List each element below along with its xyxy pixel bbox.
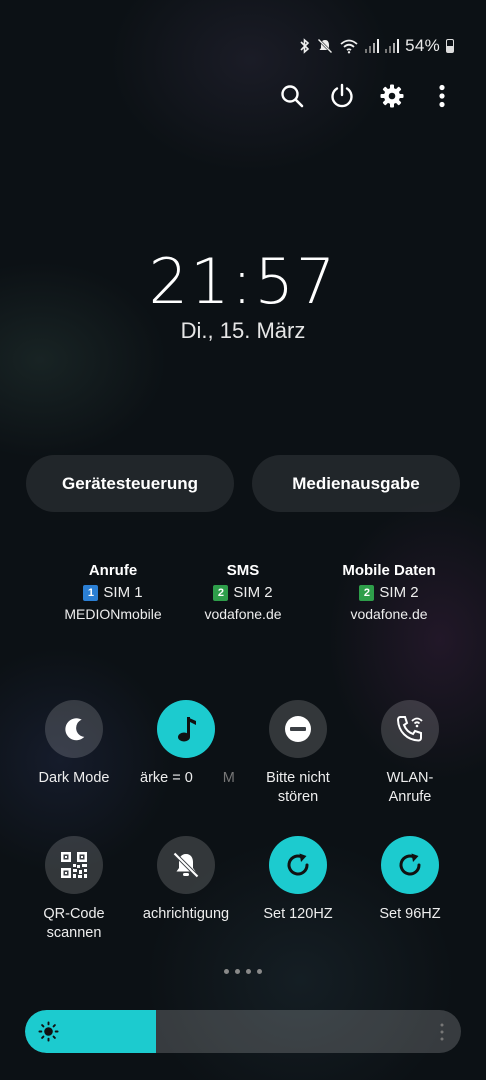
sim-sms-title: SMS — [226, 562, 260, 579]
sim-calls-title: Anrufe — [88, 562, 138, 579]
tile-96hz-button[interactable] — [381, 836, 439, 894]
tile-label: Set 120HZ — [263, 906, 333, 922]
tile-notifications[interactable]: achrichtigung — [130, 836, 242, 924]
device-control-button[interactable]: Gerätesteuerung — [26, 455, 234, 512]
settings-gear-icon — [380, 84, 404, 108]
sim-number-badge: 2 — [213, 584, 229, 601]
battery-level-fill — [447, 45, 453, 52]
carrier-name: vodafone.de — [350, 606, 428, 622]
sim-label: SIM 2 — [233, 584, 273, 601]
tile-wifi-calling-button[interactable] — [381, 700, 439, 758]
tile-sound-strength[interactable]: ärke = 0M — [130, 700, 242, 788]
tile-qr-button[interactable] — [45, 836, 103, 894]
moon-icon — [65, 718, 85, 741]
carrier-name: MEDIONmobile — [64, 606, 162, 622]
tile-label: Set 96HZ — [379, 906, 441, 922]
tile-notifications-button[interactable] — [157, 836, 215, 894]
tile-sound-button[interactable] — [157, 700, 215, 758]
more-vert-icon — [439, 84, 445, 108]
tile-label: QR-Code scannen — [43, 906, 105, 941]
refresh-icon — [287, 853, 309, 876]
brightness-slider[interactable] — [25, 1010, 461, 1053]
page-indicator[interactable] — [0, 969, 486, 974]
page-dot — [235, 969, 240, 974]
mute-icon — [317, 38, 333, 54]
sun-icon — [38, 1021, 59, 1042]
battery-percent: 54% — [405, 36, 440, 55]
tile-label: Dark Mode — [38, 770, 110, 786]
sim-mobile-data[interactable]: Mobile Daten 2 SIM 2 vodafone.de — [314, 562, 464, 622]
media-output-button[interactable]: Medienausgabe — [252, 455, 460, 512]
sim-number-badge: 2 — [359, 584, 375, 601]
tile-label: Bitte nicht stören — [266, 770, 330, 805]
tile-qr-scanner[interactable]: QR-Code scannen — [18, 836, 130, 943]
bluetooth-icon — [300, 38, 310, 54]
carrier-name: vodafone.de — [204, 606, 282, 622]
sim-label: SIM 1 — [103, 584, 143, 601]
tile-label: WLAN- Anrufe — [386, 770, 434, 805]
sim-sms[interactable]: SMS 2 SIM 2 vodafone.de — [168, 562, 318, 622]
sim-label: SIM 2 — [379, 584, 419, 601]
signal-sim1-icon — [365, 39, 380, 53]
tile-do-not-disturb[interactable]: Bitte nicht stören — [242, 700, 354, 807]
do-not-disturb-icon — [285, 716, 311, 742]
sim-data-title: Mobile Daten — [342, 562, 436, 579]
music-note-icon — [178, 717, 196, 742]
page-dot — [246, 969, 251, 974]
notification-off-icon — [173, 852, 199, 878]
signal-sim2-icon — [385, 39, 400, 53]
search-button[interactable] — [278, 80, 306, 112]
page-dot — [257, 969, 262, 974]
tile-dark-mode-button[interactable] — [45, 700, 103, 758]
sim-calls[interactable]: Anrufe 1 SIM 1 MEDIONmobile — [38, 562, 188, 622]
power-button[interactable] — [328, 80, 356, 112]
tile-label: achrichtigung — [142, 906, 230, 922]
tile-set-96hz[interactable]: Set 96HZ — [354, 836, 466, 924]
tile-120hz-button[interactable] — [269, 836, 327, 894]
tile-dnd-button[interactable] — [269, 700, 327, 758]
power-icon — [331, 83, 353, 108]
top-actions — [278, 80, 456, 112]
wifi-calling-icon — [396, 716, 423, 742]
tile-label: ärke = 0M — [140, 770, 235, 786]
tile-dark-mode[interactable]: Dark Mode — [18, 700, 130, 788]
qr-code-icon — [61, 852, 87, 878]
settings-button[interactable] — [378, 80, 406, 112]
tile-set-120hz[interactable]: Set 120HZ — [242, 836, 354, 924]
page-dot — [224, 969, 229, 974]
more-options-button[interactable] — [428, 80, 456, 112]
brightness-more-icon[interactable] — [439, 1022, 445, 1042]
status-bar: 54% — [299, 36, 454, 56]
refresh-icon — [399, 853, 421, 876]
tile-wifi-calling[interactable]: WLAN- Anrufe — [354, 700, 466, 807]
clock-time: 21:57 — [148, 245, 338, 318]
battery-icon — [446, 39, 454, 53]
sim-number-badge: 1 — [83, 584, 99, 601]
wifi-icon — [340, 39, 358, 54]
search-icon — [281, 85, 304, 108]
clock-date: Di., 15. März — [180, 318, 306, 343]
